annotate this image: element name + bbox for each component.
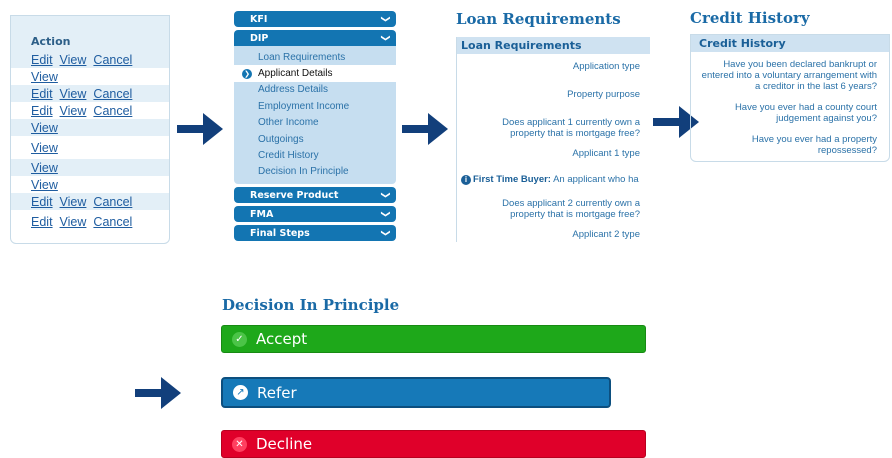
arrow-right-icon [177, 111, 223, 147]
chevron-down-icon: ❯ [380, 15, 391, 23]
loan-requirements-header: Loan Requirements [457, 37, 650, 54]
table-row: Edit View Cancel [11, 193, 169, 210]
nav-section-reserve-product[interactable]: Reserve Product ❯ [234, 187, 396, 204]
nav-accordion: KFI ❯ DIP ❯ Loan Requirements ❯ Applicant Deta… [234, 11, 396, 244]
info-icon: i [461, 175, 471, 185]
question-applicant2-mortgage-free: Does applicant 2 currently own a propert… [502, 198, 640, 220]
chevron-down-icon: ❯ [380, 210, 391, 218]
decision-in-principle-title: Decision In Principle [222, 296, 400, 314]
view-link[interactable]: View [31, 70, 58, 84]
question-county-court: Have you ever had a county court judgeme… [734, 102, 877, 124]
table-row: Edit View Cancel [11, 102, 169, 119]
cancel-link[interactable]: Cancel [93, 53, 132, 67]
question-bankrupt: Have you been declared bankrupt or enter… [701, 59, 877, 92]
arrow-right-icon [135, 375, 181, 411]
view-link[interactable]: View [31, 141, 58, 155]
credit-history-header: Credit History [691, 35, 889, 52]
edit-link[interactable]: Edit [31, 195, 53, 209]
nav-item-other-income[interactable]: Other Income [234, 115, 396, 131]
edit-link[interactable]: Edit [31, 53, 53, 67]
question-repossessed: Have you ever had a property repossessed… [751, 134, 877, 156]
table-row: Edit View Cancel [11, 85, 169, 102]
active-indicator-icon: ❯ [242, 68, 252, 79]
credit-history-panel: Credit History Have you been declared ba… [690, 34, 890, 162]
view-link[interactable]: View [60, 195, 87, 209]
nav-section-final-steps[interactable]: Final Steps ❯ [234, 225, 396, 242]
nav-item-decision-in-principle[interactable]: Decision In Principle [234, 164, 396, 180]
question-applicant2-type: Applicant 2 type [572, 229, 640, 240]
chevron-down-icon: ❯ [380, 34, 391, 42]
arrow-right-icon [402, 111, 448, 147]
nav-section-fma[interactable]: FMA ❯ [234, 206, 396, 223]
action-table: Action Edit View Cancel View Edit View Cancel E… [10, 15, 170, 244]
table-row: View [11, 176, 169, 193]
nav-item-outgoings[interactable]: Outgoings [234, 131, 396, 147]
table-row: View [11, 159, 169, 176]
edit-link[interactable]: Edit [31, 215, 53, 229]
action-column-header: Action [11, 16, 169, 51]
view-link[interactable]: View [31, 121, 58, 135]
view-link[interactable]: View [60, 87, 87, 101]
chevron-down-icon: ❯ [380, 229, 391, 237]
edit-link[interactable]: Edit [31, 87, 53, 101]
credit-history-title: Credit History [690, 9, 810, 27]
table-row: Edit View Cancel [11, 210, 169, 233]
nav-section-items: Loan Requirements ❯ Applicant Details Addre… [234, 46, 396, 185]
first-time-buyer-note: i First Time Buyer: An applicant who ha [457, 174, 650, 185]
table-row: Edit View Cancel [11, 51, 169, 68]
nav-item-credit-history[interactable]: Credit History [234, 147, 396, 163]
view-link[interactable]: View [60, 104, 87, 118]
question-applicant1-mortgage-free: Does applicant 1 currently own a propert… [502, 117, 640, 139]
view-link[interactable]: View [60, 215, 87, 229]
nav-section-kfi[interactable]: KFI ❯ [234, 11, 396, 27]
table-row: View [11, 136, 169, 159]
loan-requirements-panel: Loan Requirements Application type Prope… [456, 37, 650, 242]
view-link[interactable]: View [31, 161, 58, 175]
loan-requirements-title: Loan Requirements [456, 10, 621, 28]
question-application-type: Application type [572, 61, 640, 72]
check-icon: ✓ [232, 331, 247, 347]
question-property-purpose: Property purpose [567, 89, 640, 100]
cancel-link[interactable]: Cancel [93, 104, 132, 118]
view-link[interactable]: View [60, 53, 87, 67]
action-rows: Edit View Cancel View Edit View Cancel Edit View… [11, 51, 169, 233]
nav-item-employment-income[interactable]: Employment Income [234, 98, 396, 114]
chevron-down-icon: ❯ [380, 191, 391, 199]
question-applicant1-type: Applicant 1 type [572, 148, 640, 159]
nav-item-loan-requirements[interactable]: Loan Requirements [234, 49, 396, 65]
table-row: View [11, 119, 169, 136]
nav-item-applicant-details[interactable]: ❯ Applicant Details [234, 65, 396, 82]
refer-arrow-icon: ↗ [233, 385, 248, 400]
edit-link[interactable]: Edit [31, 104, 53, 118]
decline-button[interactable]: ✕ Decline [221, 430, 646, 458]
table-row: View [11, 68, 169, 85]
refer-button[interactable]: ↗ Refer [221, 377, 611, 408]
view-link[interactable]: View [31, 178, 58, 192]
nav-item-address-details[interactable]: Address Details [234, 82, 396, 98]
cancel-link[interactable]: Cancel [93, 87, 132, 101]
cross-icon: ✕ [232, 436, 247, 452]
accept-button[interactable]: ✓ Accept [221, 325, 646, 353]
nav-section-dip[interactable]: DIP ❯ [234, 30, 396, 46]
cancel-link[interactable]: Cancel [93, 215, 132, 229]
cancel-link[interactable]: Cancel [93, 195, 132, 209]
